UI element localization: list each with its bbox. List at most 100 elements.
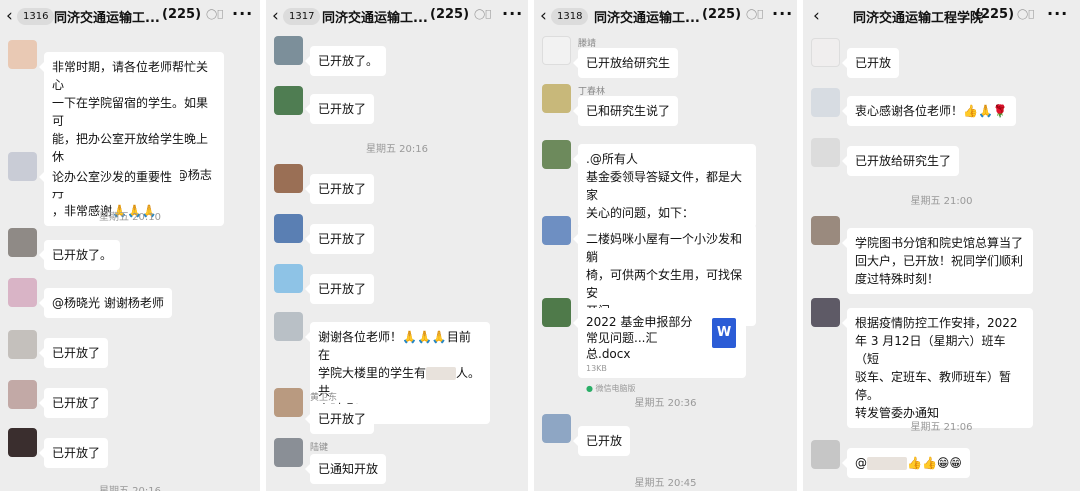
avatar[interactable] <box>274 164 303 193</box>
chat-header: ‹ 1316 同济交通运输工... (225) ◯⃥ ··· <box>0 0 260 32</box>
timestamp: 星期五 20:36 <box>634 398 697 409</box>
file-source: ● 微信电脑版 <box>586 379 738 394</box>
file-attachment[interactable]: 2022 基金申报部分 常见问题...汇总.docx 13KB ● 微信电脑版 … <box>573 308 746 393</box>
message-bubble[interactable]: 已开放了 <box>304 274 375 304</box>
more-icon[interactable]: ··· <box>772 4 793 23</box>
avatar[interactable] <box>8 152 37 181</box>
unread-badge[interactable]: 1317 <box>283 8 321 25</box>
message-bubble[interactable]: @杨晓光 谢谢杨老师 <box>39 288 172 318</box>
chat-title: 同济交通运输工程学院 <box>853 11 984 26</box>
message-bubble[interactable]: @ 👍👍😁😁 <box>842 448 970 478</box>
mute-icon: ◯⃥ <box>206 9 224 20</box>
more-icon[interactable]: ··· <box>1047 4 1068 23</box>
message-bubble[interactable]: 论办公室沙发的重要性 <box>38 162 181 192</box>
chat-header: ‹ 1318 同济交通运输工... (225) ◯⃥ ··· <box>534 0 797 32</box>
message-bubble[interactable]: 衷心感谢各位老师！👍🙏🌹 <box>842 96 1016 126</box>
avatar[interactable] <box>8 228 37 257</box>
unread-badge[interactable]: 1318 <box>551 8 589 25</box>
message-bubble[interactable]: 已开放了 <box>304 174 375 204</box>
chat-panel-3: ‹ 1318 同济交通运输工... (225) ◯⃥ ··· 滕靖 已开放给研究… <box>534 0 797 491</box>
timestamp: 星期五 20:10 <box>99 212 161 223</box>
avatar[interactable] <box>274 36 303 65</box>
mention-prefix: @ <box>855 456 867 470</box>
avatar[interactable] <box>811 38 840 67</box>
mute-icon: ◯⃥ <box>1017 9 1035 20</box>
message-bubble[interactable]: 已开放给研究生 <box>572 48 679 78</box>
avatar[interactable] <box>811 216 840 245</box>
chat-panel-4: ‹ 同济交通运输工程学院 (225) ◯⃥ ··· 已开放 衷心感谢各位老师！👍… <box>803 0 1080 491</box>
message-bubble[interactable]: 已开放了 <box>304 404 375 434</box>
avatar[interactable] <box>542 298 571 327</box>
message-bubble[interactable]: 已开放 <box>841 48 900 78</box>
member-count: (225) <box>162 7 202 22</box>
message-bubble[interactable]: 非常时期，请各位老师帮忙关心 一下在学院留宿的学生。如果可 能，把办公室开放给学… <box>39 52 224 226</box>
message-bubble[interactable]: 已开放了 <box>38 388 109 418</box>
back-icon[interactable]: ‹ <box>813 6 820 26</box>
more-icon[interactable]: ··· <box>502 4 523 23</box>
avatar[interactable] <box>274 438 303 467</box>
chat-header: ‹ 同济交通运输工程学院 (225) ◯⃥ ··· <box>803 0 1080 32</box>
chat-panel-2: ‹ 1317 同济交通运输工... (225) ◯⃥ ··· 已开放了。 已开放… <box>266 0 528 491</box>
message-line: 谢谢各位老师！🙏🙏🙏目前在 <box>318 330 471 362</box>
member-count: (225) <box>975 7 1015 22</box>
avatar[interactable] <box>811 138 840 167</box>
timestamp: 星期五 21:06 <box>910 422 973 433</box>
word-file-icon: W <box>712 318 736 348</box>
file-name: 2022 基金申报部分 常见问题...汇总.docx <box>586 315 693 361</box>
redacted-mask <box>426 367 457 380</box>
avatar[interactable] <box>8 330 37 359</box>
more-icon[interactable]: ··· <box>232 4 253 23</box>
message-fragment: 👍👍😁😁 <box>907 456 962 470</box>
back-icon[interactable]: ‹ <box>6 6 13 26</box>
message-bubble[interactable]: 已开放了 <box>38 438 109 468</box>
message-bubble[interactable]: 已和研究生说了 <box>572 96 679 126</box>
timestamp: 星期五 21:00 <box>910 196 973 207</box>
avatar[interactable] <box>274 388 303 417</box>
avatar[interactable] <box>811 298 840 327</box>
message-bubble[interactable]: 已开放给研究生了 <box>841 146 960 176</box>
message-bubble[interactable]: 根据疫情防控工作安排，2022 年 3 月12日（星期六）班车（短 驳车、定班车… <box>842 308 1033 428</box>
avatar[interactable] <box>8 278 37 307</box>
avatar[interactable] <box>8 380 37 409</box>
avatar[interactable] <box>274 214 303 243</box>
avatar[interactable] <box>542 140 571 169</box>
avatar[interactable] <box>811 440 840 469</box>
avatar[interactable] <box>8 40 37 69</box>
mute-icon: ◯⃥ <box>474 9 492 20</box>
sender-name: 黄卫东 <box>310 393 338 403</box>
message-bubble[interactable]: 已开放 <box>572 426 631 456</box>
chat-title: 同济交通运输工... <box>322 11 428 26</box>
avatar[interactable] <box>542 84 571 113</box>
avatar[interactable] <box>274 312 303 341</box>
file-source-label: 微信电脑版 <box>595 384 636 393</box>
message-bubble[interactable]: 已开放了。 <box>304 46 387 76</box>
message-bubble[interactable]: 已开放了 <box>304 94 375 124</box>
avatar[interactable] <box>811 88 840 117</box>
wechat-icon: ● <box>586 384 593 393</box>
message-bubble[interactable]: 已开放了 <box>304 224 375 254</box>
mute-icon: ◯⃥ <box>746 9 764 20</box>
back-icon[interactable]: ‹ <box>272 6 279 26</box>
avatar[interactable] <box>274 86 303 115</box>
message-bubble[interactable]: 学院图书分馆和院史馆总算当了 回大户，已开放！祝同学们顺利 度过特殊时刻！ <box>842 228 1033 294</box>
timestamp: 星期五 20:45 <box>634 478 697 489</box>
message-bubble[interactable]: 已通知开放 <box>304 454 387 484</box>
avatar[interactable] <box>8 428 37 457</box>
avatar[interactable] <box>274 264 303 293</box>
message-bubble[interactable]: 已开放了 <box>38 338 109 368</box>
message-bubble[interactable]: .@所有人 基金委领导答疑文件，都是大家 关心的问题，如下： <box>573 144 756 228</box>
avatar[interactable] <box>542 216 571 245</box>
chat-title: 同济交通运输工... <box>54 11 160 26</box>
sender-name: 陆键 <box>310 443 329 453</box>
unread-badge[interactable]: 1316 <box>17 8 55 25</box>
back-icon[interactable]: ‹ <box>540 6 547 26</box>
message-line: 学院大楼里的学生有 人。共 <box>318 364 482 400</box>
avatar[interactable] <box>542 36 571 65</box>
redacted-mask <box>867 457 907 470</box>
avatar[interactable] <box>542 414 571 443</box>
chat-header: ‹ 1317 同济交通运输工... (225) ◯⃥ ··· <box>266 0 528 32</box>
message-bubble[interactable]: 已开放了。 <box>38 240 121 270</box>
message-fragment: 学院大楼里的学生有 <box>318 366 427 380</box>
chat-title: 同济交通运输工... <box>594 11 700 26</box>
member-count: (225) <box>430 7 470 22</box>
